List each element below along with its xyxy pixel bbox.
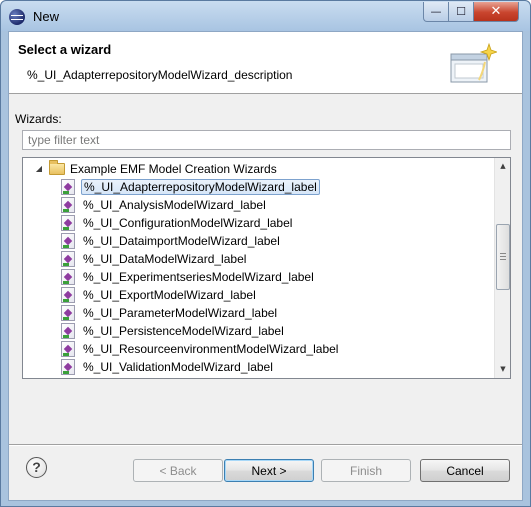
new-wizard-sparkle-icon (450, 42, 497, 83)
finish-button[interactable]: Finish (321, 459, 411, 482)
emf-model-file-icon (61, 359, 75, 375)
tree-category-row[interactable]: ◢ Example EMF Model Creation Wizards (23, 160, 493, 178)
emf-model-file-icon (61, 179, 75, 195)
emf-model-file-icon (61, 233, 75, 249)
tree-item-label: %_UI_AnalysisModelWizard_label (83, 198, 266, 212)
tree-item[interactable]: %_UI_ExperimentseriesModelWizard_label (61, 268, 501, 286)
back-button[interactable]: < Back (133, 459, 223, 482)
minimize-button[interactable]: — (423, 2, 449, 22)
tree-item-label: %_UI_ConfigurationModelWizard_label (83, 216, 293, 230)
tree-item-label: %_UI_ExperimentseriesModelWizard_label (83, 270, 314, 284)
next-button[interactable]: Next > (224, 459, 314, 482)
scrollbar-thumb[interactable] (496, 224, 510, 290)
tree-item-label: %_UI_ResourceenvironmentModelWizard_labe… (83, 342, 339, 356)
tree-item-label: %_UI_ValidationModelWizard_label (83, 360, 273, 374)
close-button[interactable]: ✕ (473, 2, 519, 22)
tree-item[interactable]: %_UI_PersistenceModelWizard_label (61, 322, 501, 340)
emf-model-file-icon (61, 323, 75, 339)
button-bar-separator (9, 444, 522, 446)
tree-item-label: %_UI_DataModelWizard_label (83, 252, 247, 266)
emf-model-file-icon (61, 269, 75, 285)
tree-item[interactable]: %_UI_ExportModelWizard_label (61, 286, 501, 304)
tree-item[interactable]: %_UI_DataimportModelWizard_label (61, 232, 501, 250)
dialog-client-area: Select a wizard %_UI_AdapterrepositoryMo… (8, 31, 523, 501)
tree-item-label: %_UI_PersistenceModelWizard_label (83, 324, 284, 338)
tree-item-label: %_UI_DataimportModelWizard_label (83, 234, 280, 248)
wizard-selection-page: Wizards: ◢ Example EMF Model Creation Wi… (9, 95, 522, 500)
tree-item-label: %_UI_AdapterrepositoryModelWizard_label (81, 179, 320, 195)
banner-title: Select a wizard (18, 42, 112, 57)
scroll-up-arrow-icon[interactable]: ▲ (495, 158, 510, 175)
emf-model-file-icon (61, 341, 75, 357)
emf-model-file-icon (61, 251, 75, 267)
tree-item[interactable]: %_UI_ParameterModelWizard_label (61, 304, 501, 322)
folder-open-icon (49, 160, 65, 175)
wizard-banner: Select a wizard %_UI_AdapterrepositoryMo… (9, 32, 522, 94)
cancel-button[interactable]: Cancel (420, 459, 510, 482)
filter-input[interactable] (22, 130, 511, 150)
emf-model-file-icon (61, 197, 75, 213)
tree-category-label: Example EMF Model Creation Wizards (70, 162, 277, 176)
tree-item[interactable]: %_UI_ConfigurationModelWizard_label (61, 214, 501, 232)
help-icon[interactable]: ? (26, 457, 47, 478)
vertical-scrollbar[interactable]: ▲ ▼ (494, 158, 510, 378)
eclipse-icon (9, 9, 25, 25)
tree-item[interactable]: %_UI_AnalysisModelWizard_label (61, 196, 501, 214)
tree-item[interactable]: %_UI_DataModelWizard_label (61, 250, 501, 268)
tree-item[interactable]: %_UI_AdapterrepositoryModelWizard_label (61, 178, 501, 196)
scroll-down-arrow-icon[interactable]: ▼ (495, 361, 510, 378)
grip-icon (500, 253, 506, 260)
tree-item-label: %_UI_ExportModelWizard_label (83, 288, 256, 302)
emf-model-file-icon (61, 305, 75, 321)
wizard-tree[interactable]: ◢ Example EMF Model Creation Wizards %_U… (22, 157, 511, 379)
tree-item-label: %_UI_ParameterModelWizard_label (83, 306, 278, 320)
new-wizard-window: New — ☐ ✕ Select a wizard %_UI_Adapterre… (0, 0, 531, 507)
emf-model-file-icon (61, 215, 75, 231)
banner-description: %_UI_AdapterrepositoryModelWizard_descri… (27, 68, 293, 82)
collapse-arrow-icon[interactable]: ◢ (34, 164, 44, 174)
window-title: New (33, 9, 60, 24)
title-bar[interactable]: New — ☐ ✕ (1, 1, 530, 31)
maximize-button[interactable]: ☐ (448, 2, 474, 22)
wizards-label: Wizards: (15, 112, 62, 126)
tree-item[interactable]: %_UI_ValidationModelWizard_label (61, 358, 501, 376)
tree-item[interactable]: %_UI_ResourceenvironmentModelWizard_labe… (61, 340, 501, 358)
emf-model-file-icon (61, 287, 75, 303)
